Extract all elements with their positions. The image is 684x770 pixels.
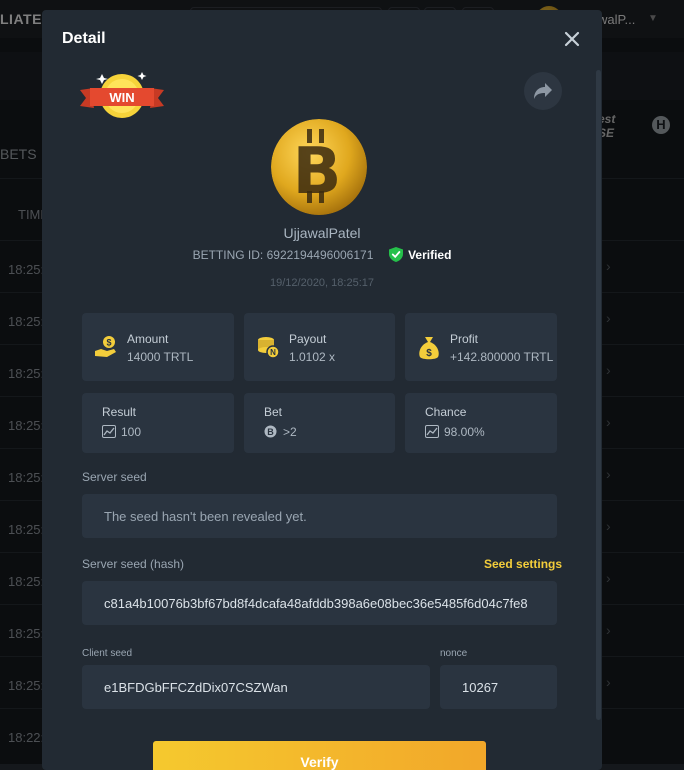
- server-seed-hash-field[interactable]: c81a4b10076b3bf67bd8f4dcafa48afddb398a6e…: [82, 581, 557, 625]
- bet-label: Bet: [264, 405, 283, 419]
- player-avatar: B: [271, 119, 367, 215]
- bitcoin-icon: B: [293, 129, 342, 209]
- client-seed-value: e1BFDGbFFCZdDix07CSZWan: [104, 680, 288, 695]
- bet-detail-modal: Detail WIN B UjjawalPatel BETTING ID: 69…: [42, 10, 602, 770]
- chance-label: Chance: [425, 405, 467, 419]
- bet-card: Bet B >2: [244, 393, 395, 453]
- result-value: 100: [121, 425, 142, 439]
- bet-date: 19/12/2020, 18:25:17: [270, 277, 374, 289]
- server-seed-value: The seed hasn't been revealed yet.: [104, 509, 307, 524]
- svg-text:WIN: WIN: [109, 90, 134, 105]
- verified-shield-icon: [388, 247, 403, 262]
- modal-title: Detail: [62, 30, 106, 47]
- chance-value: 98.00%: [444, 425, 485, 439]
- nonce-field[interactable]: 10267: [440, 665, 557, 709]
- modal-header: Detail: [42, 10, 602, 60]
- betting-id-label: BETTING ID:: [192, 248, 264, 262]
- client-seed-field[interactable]: e1BFDGbFFCZdDix07CSZWan: [82, 665, 430, 709]
- amount-label: Amount: [127, 332, 169, 346]
- svg-text:N: N: [270, 348, 276, 357]
- seed-settings-link[interactable]: Seed settings: [484, 557, 562, 571]
- dice-chart-icon: [102, 425, 116, 438]
- verify-button[interactable]: Verify: [153, 741, 486, 770]
- verified-label: Verified: [408, 248, 452, 262]
- betting-id-value: 6922194496006171: [266, 248, 374, 262]
- server-seed-hash-label: Server seed (hash): [82, 557, 185, 571]
- payout-value: 1.0102 x: [289, 350, 336, 364]
- dice-chart-icon: [425, 425, 439, 438]
- client-seed-label: Client seed: [82, 648, 133, 659]
- server-seed-hash-value: c81a4b10076b3bf67bd8f4dcafa48afddb398a6e…: [104, 596, 528, 611]
- amount-value: 14000 TRTL: [127, 350, 194, 364]
- bet-value: >2: [283, 425, 297, 439]
- player-username: UjjawalPatel: [283, 225, 361, 241]
- profit-value: +142.800000 TRTL: [450, 350, 554, 364]
- svg-text:B: B: [293, 135, 342, 209]
- bitcoin-coin-icon: B: [264, 425, 277, 438]
- payout-label: Payout: [289, 332, 327, 346]
- modal-scrollbar[interactable]: [596, 70, 601, 720]
- close-button[interactable]: [561, 28, 583, 50]
- win-badge: WIN: [80, 68, 164, 124]
- share-button[interactable]: [524, 72, 562, 110]
- result-label: Result: [102, 405, 137, 419]
- nonce-label: nonce: [440, 648, 468, 659]
- money-hand-icon: $: [95, 336, 116, 357]
- coins-icon: N: [258, 337, 280, 359]
- svg-text:$: $: [106, 338, 111, 348]
- server-seed-field: The seed hasn't been revealed yet.: [82, 494, 557, 538]
- svg-text:B: B: [267, 427, 274, 437]
- nonce-value: 10267: [462, 680, 499, 695]
- money-bag-icon: $: [419, 337, 439, 360]
- svg-text:$: $: [426, 348, 432, 359]
- close-icon: [564, 31, 580, 47]
- chance-card: Chance 98.00%: [405, 393, 557, 453]
- verify-button-label: Verify: [300, 754, 339, 770]
- amount-card: $ Amount 14000 TRTL: [82, 313, 234, 381]
- server-seed-label: Server seed: [82, 470, 147, 484]
- share-icon: [534, 83, 552, 99]
- profit-label: Profit: [450, 332, 479, 346]
- payout-card: N Payout 1.0102 x: [244, 313, 395, 381]
- betting-id-line: BETTING ID: 6922194496006171 Verified: [42, 247, 602, 262]
- profit-card: $ Profit +142.800000 TRTL: [405, 313, 557, 381]
- result-card: Result 100: [82, 393, 234, 453]
